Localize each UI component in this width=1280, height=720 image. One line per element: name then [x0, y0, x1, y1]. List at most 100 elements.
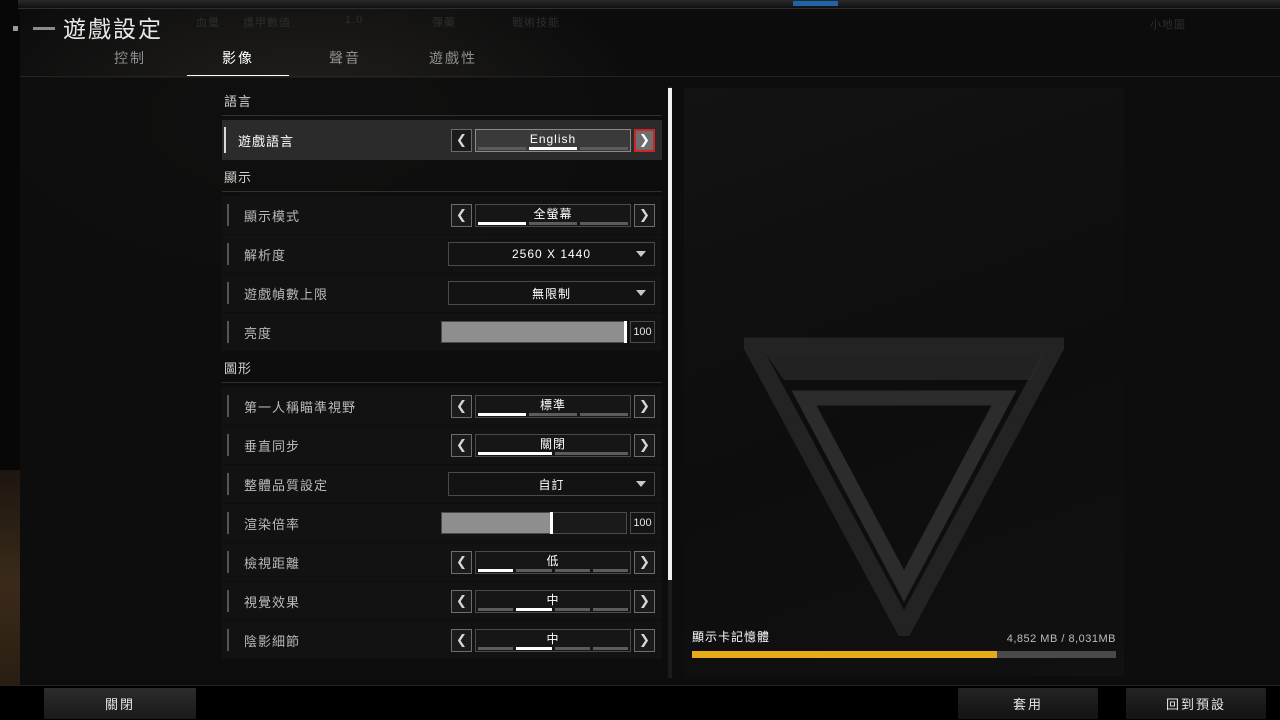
tab-video[interactable]: 影像 [187, 42, 289, 74]
level-segment [555, 608, 590, 611]
level-segment [516, 608, 551, 611]
setting-value-box[interactable]: 標準 [475, 395, 631, 418]
setting-control: ❮中❯ [451, 582, 655, 620]
row-垂直同步[interactable]: 垂直同步❮關閉❯ [222, 426, 662, 464]
setting-label: 亮度 [222, 323, 272, 342]
row-亮度[interactable]: 亮度 100 [222, 313, 662, 351]
settings-scrollbar-thumb[interactable] [668, 88, 672, 580]
row-遊戲幀數上限[interactable]: 遊戲幀數上限 無限制 [222, 274, 662, 312]
setting-value-box[interactable]: English [475, 129, 631, 152]
chevron-right-icon[interactable]: ❯ [634, 434, 655, 457]
setting-value-box[interactable]: 關閉 [475, 434, 631, 457]
chevron-left-icon[interactable]: ❮ [451, 434, 472, 457]
chevron-left-icon[interactable]: ❮ [451, 204, 472, 227]
row-解析度[interactable]: 解析度 2560 X 1440 [222, 235, 662, 273]
setting-label: 渲染倍率 [222, 514, 300, 533]
level-segment [580, 222, 628, 225]
level-segment [529, 413, 577, 416]
bottom-bar: 關閉 套用 回到預設 [0, 685, 1280, 720]
setting-label: 第一人稱瞄準視野 [222, 397, 356, 416]
setting-control: 無限制 [448, 274, 655, 312]
chevron-left-icon[interactable]: ❮ [451, 129, 472, 152]
vram-label: 顯示卡記憶體 [692, 628, 770, 645]
background-top-strip [18, 0, 1280, 9]
level-segment [516, 569, 551, 572]
chevron-left-icon[interactable]: ❮ [451, 395, 472, 418]
level-segment [478, 569, 513, 572]
level-segment [529, 147, 577, 150]
setting-control: 100 [441, 504, 655, 542]
level-indicator [478, 413, 628, 416]
setting-label: 檢視距離 [222, 553, 300, 572]
setting-value-box[interactable]: 中 [475, 629, 631, 652]
setting-label: 遊戲幀數上限 [222, 284, 328, 303]
tab-gameplay[interactable]: 遊戲性 [413, 42, 493, 74]
setting-control: 自訂 [448, 465, 655, 503]
row-渲染倍率[interactable]: 渲染倍率 100 [222, 504, 662, 542]
slider-handle[interactable] [624, 321, 627, 343]
setting-label: 視覺效果 [222, 592, 300, 611]
setting-value: 自訂 [538, 476, 564, 493]
tab-audio[interactable]: 聲音 [305, 42, 385, 74]
setting-slider[interactable] [441, 321, 627, 343]
setting-slider[interactable] [441, 512, 627, 534]
chevron-right-icon[interactable]: ❯ [634, 629, 655, 652]
setting-value-box[interactable]: 中 [475, 590, 631, 613]
chevron-down-icon [636, 481, 646, 487]
row-顯示模式[interactable]: 顯示模式❮全螢幕❯ [222, 196, 662, 234]
tab-controls[interactable]: 控制 [90, 42, 170, 74]
slider-handle[interactable] [550, 512, 553, 534]
vram-track [692, 651, 1116, 658]
chevron-right-icon[interactable]: ❯ [634, 590, 655, 613]
game-logo-icon [744, 336, 1064, 636]
setting-dropdown[interactable]: 無限制 [448, 281, 655, 305]
slider-value: 100 [630, 321, 655, 343]
setting-control: 2560 X 1440 [448, 235, 655, 273]
chevron-left-icon[interactable]: ❮ [451, 551, 472, 574]
row-整體品質設定[interactable]: 整體品質設定 自訂 [222, 465, 662, 503]
slider-value: 100 [630, 512, 655, 534]
chevron-right-icon[interactable]: ❯ [634, 204, 655, 227]
row-視覺效果[interactable]: 視覺效果 ❮中❯ [222, 582, 662, 620]
setting-label: 遊戲語言 [222, 131, 294, 150]
row-第一人稱瞄準視野[interactable]: 第一人稱瞄準視野 ❮標準❯ [222, 387, 662, 425]
row-陰影細節[interactable]: 陰影細節 ❮中❯ [222, 621, 662, 659]
setting-label: 陰影細節 [222, 631, 300, 650]
level-segment [478, 452, 552, 455]
level-indicator [478, 222, 628, 225]
setting-dropdown[interactable]: 自訂 [448, 472, 655, 496]
chevron-right-icon[interactable]: ❯ [634, 395, 655, 418]
group-heading: 語言 [222, 85, 662, 115]
vram-fill [692, 651, 997, 658]
level-indicator [478, 147, 628, 150]
setting-label: 解析度 [222, 245, 286, 264]
setting-value-box[interactable]: 低 [475, 551, 631, 574]
level-segment [555, 647, 590, 650]
chevron-left-icon[interactable]: ❮ [451, 629, 472, 652]
group-divider [222, 115, 662, 116]
setting-control: ❮標準❯ [451, 387, 655, 425]
close-button[interactable]: 關閉 [44, 688, 196, 719]
row-檢視距離[interactable]: 檢視距離 ❮低❯ [222, 543, 662, 581]
level-segment [580, 147, 628, 150]
level-segment [593, 647, 628, 650]
setting-dropdown[interactable]: 2560 X 1440 [448, 242, 655, 266]
chevron-left-icon[interactable]: ❮ [451, 590, 472, 613]
vram-value: 4,852 MB / 8,031MB [1007, 633, 1116, 645]
reset-to-default-button[interactable]: 回到預設 [1126, 688, 1266, 719]
chevron-right-icon[interactable]: ❯ [634, 551, 655, 574]
level-segment [478, 147, 526, 150]
preview-panel: 顯示卡記憶體 4,852 MB / 8,031MB [684, 88, 1124, 676]
level-segment [555, 569, 590, 572]
setting-control: ❮中❯ [451, 621, 655, 659]
level-segment [593, 569, 628, 572]
slider-fill [442, 513, 552, 533]
chevron-right-icon[interactable]: ❯ [634, 129, 655, 152]
bg-hud-5: 小地圖 [1150, 16, 1186, 32]
setting-label: 整體品質設定 [222, 475, 328, 494]
apply-button[interactable]: 套用 [958, 688, 1098, 719]
row-遊戲語言[interactable]: 遊戲語言 ❮English❯ [222, 120, 662, 160]
chevron-down-icon [636, 251, 646, 257]
setting-value-box[interactable]: 全螢幕 [475, 204, 631, 227]
level-indicator [478, 452, 628, 455]
